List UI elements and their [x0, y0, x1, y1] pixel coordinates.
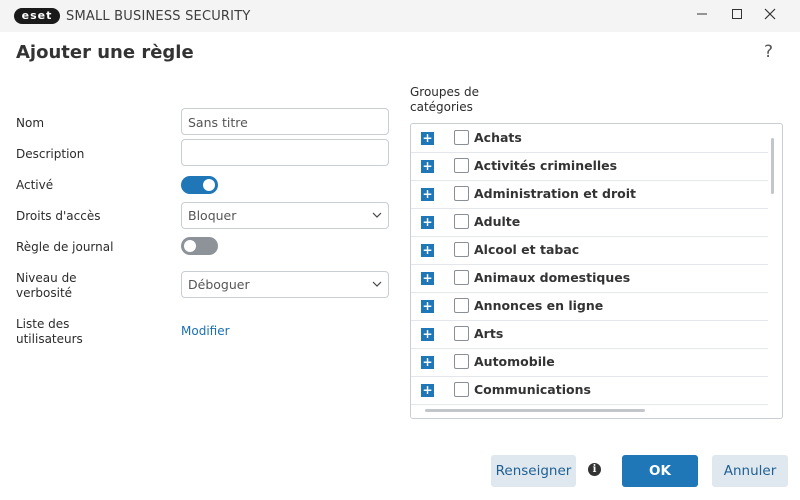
list-item[interactable]: + Achats	[411, 124, 768, 153]
expand-icon[interactable]: +	[421, 244, 434, 257]
list-item[interactable]: + Arts	[411, 320, 768, 349]
verbosity-label: Niveau de verbosité	[16, 271, 77, 300]
expand-icon[interactable]: +	[421, 328, 434, 341]
title-bar: eset SMALL BUSINESS SECURITY	[0, 0, 800, 32]
verbosity-select-value: Déboguer	[188, 277, 250, 292]
users-label: Liste des utilisateurs	[16, 317, 83, 346]
list-item[interactable]: + Automobile	[411, 348, 768, 377]
list-item[interactable]: + Animaux domestiques	[411, 264, 768, 293]
category-checkbox[interactable]	[454, 270, 469, 285]
list-item[interactable]: + Administration et droit	[411, 180, 768, 209]
category-label: Animaux domestiques	[474, 270, 631, 285]
ok-button[interactable]: OK	[622, 455, 698, 487]
list-item[interactable]: + Adulte	[411, 208, 768, 237]
category-checkbox[interactable]	[454, 354, 469, 369]
close-button[interactable]	[760, 6, 780, 26]
category-label: Alcool et tabac	[474, 242, 580, 257]
description-label: Description	[16, 147, 85, 161]
vertical-scrollbar[interactable]	[771, 138, 774, 194]
help-icon[interactable]: ?	[764, 42, 773, 62]
category-checkbox[interactable]	[454, 326, 469, 341]
category-checkbox[interactable]	[454, 214, 469, 229]
category-checkbox[interactable]	[454, 298, 469, 313]
close-icon	[764, 8, 776, 20]
expand-icon[interactable]: +	[421, 300, 434, 313]
description-input[interactable]	[181, 139, 389, 166]
category-checkbox[interactable]	[454, 382, 469, 397]
category-label: Communications	[474, 382, 591, 397]
expand-icon[interactable]: +	[421, 132, 434, 145]
access-select[interactable]: Bloquer	[181, 202, 389, 229]
expand-icon[interactable]: +	[421, 272, 434, 285]
horizontal-scrollbar[interactable]	[425, 409, 645, 412]
page-title: Ajouter une règle	[16, 42, 194, 63]
verbosity-select[interactable]: Déboguer	[181, 271, 389, 298]
category-list[interactable]: + Achats + Activités criminelles + Administra…	[410, 123, 783, 419]
list-item[interactable]: + Communications	[411, 376, 768, 405]
category-label: Annonces en ligne	[474, 298, 604, 313]
renseigner-button[interactable]: Renseigner	[491, 455, 576, 487]
info-icon[interactable]: i	[588, 463, 601, 476]
category-checkbox[interactable]	[454, 242, 469, 257]
modify-users-link[interactable]: Modifier	[181, 324, 230, 338]
maximize-icon	[732, 9, 742, 19]
list-item[interactable]: + Annonces en ligne	[411, 292, 768, 321]
expand-icon[interactable]: +	[421, 356, 434, 369]
maximize-button[interactable]	[727, 6, 747, 26]
chevron-down-icon	[372, 212, 382, 218]
expand-icon[interactable]: +	[421, 188, 434, 201]
category-label: Adulte	[474, 214, 521, 229]
log-toggle[interactable]	[181, 237, 218, 255]
minimize-button[interactable]	[692, 6, 712, 26]
category-groups-label: Groupes de catégories	[410, 85, 479, 114]
category-checkbox[interactable]	[454, 130, 469, 145]
name-input[interactable]: Sans titre	[181, 108, 389, 135]
active-label: Activé	[16, 178, 54, 192]
list-item[interactable]: + Alcool et tabac	[411, 236, 768, 265]
eset-logo: eset	[14, 8, 60, 24]
minimize-icon	[697, 13, 707, 15]
name-label: Nom	[16, 116, 45, 130]
app-name: SMALL BUSINESS SECURITY	[66, 9, 251, 24]
log-label: Règle de journal	[16, 240, 114, 254]
chevron-down-icon	[372, 281, 382, 287]
active-toggle[interactable]	[181, 176, 218, 194]
category-label: Activités criminelles	[474, 158, 618, 173]
expand-icon[interactable]: +	[421, 216, 434, 229]
access-select-value: Bloquer	[188, 208, 237, 223]
expand-icon[interactable]: +	[421, 160, 434, 173]
toggle-knob	[184, 240, 196, 252]
list-item[interactable]: + Activités criminelles	[411, 152, 768, 181]
category-checkbox[interactable]	[454, 158, 469, 173]
category-label: Administration et droit	[474, 186, 636, 201]
category-label: Arts	[474, 326, 504, 341]
cancel-button[interactable]: Annuler	[712, 455, 788, 487]
access-label: Droits d'accès	[16, 209, 101, 223]
category-label: Automobile	[474, 354, 555, 369]
category-checkbox[interactable]	[454, 186, 469, 201]
expand-icon[interactable]: +	[421, 384, 434, 397]
toggle-knob	[203, 179, 215, 191]
category-label: Achats	[474, 130, 522, 145]
